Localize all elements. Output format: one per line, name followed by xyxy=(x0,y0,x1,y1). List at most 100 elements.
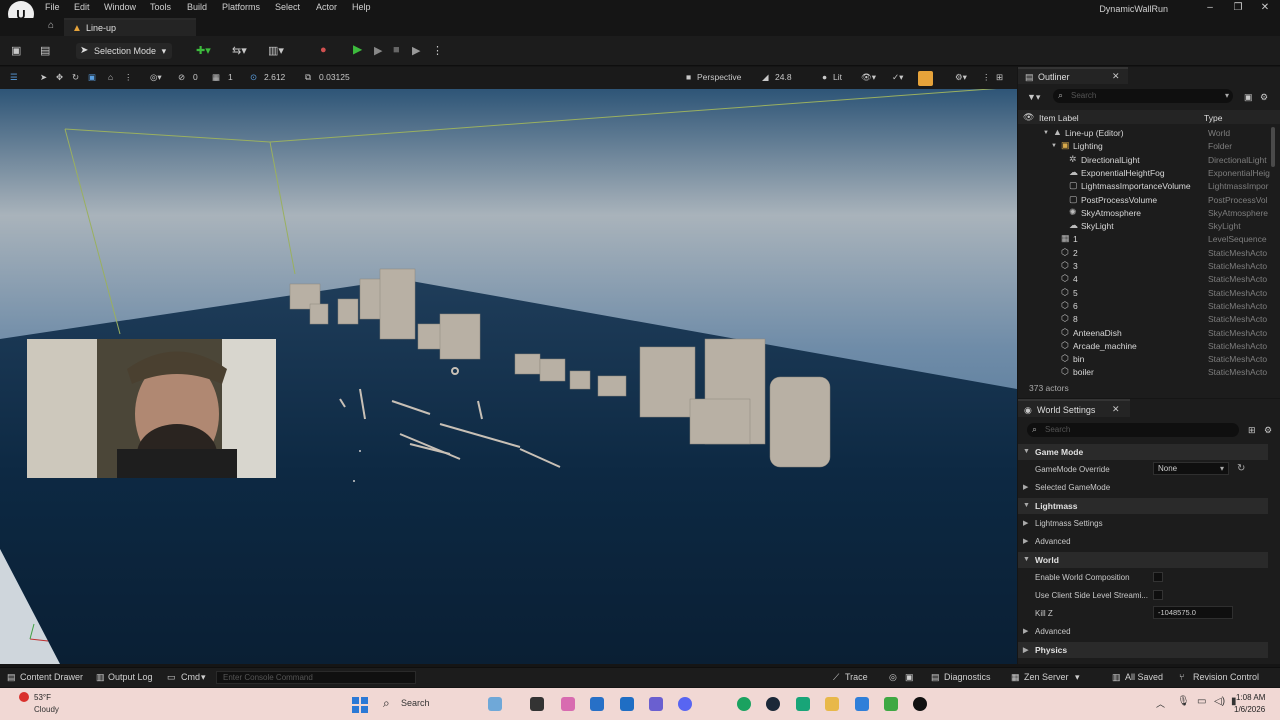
gamemode-select[interactable]: None ▾ xyxy=(1153,462,1229,475)
tray-network-icon[interactable]: ▭ xyxy=(1197,696,1206,707)
clock-time[interactable]: 1:08 AM xyxy=(1236,693,1265,702)
scale-value-icon[interactable]: ⧉ xyxy=(305,72,311,83)
settings-gear-icon[interactable]: ⚙▾ xyxy=(955,72,967,83)
surface-snap-icon[interactable]: ⌂ xyxy=(108,72,113,82)
outliner-row[interactable]: ▢ LightmassImportanceVolume LightmassImpor xyxy=(1018,180,1280,193)
col-item-label[interactable]: Item Label xyxy=(1039,113,1079,123)
taskbar-explorer-icon[interactable] xyxy=(825,697,839,711)
save-icon[interactable]: ▣ xyxy=(11,44,21,57)
outliner-row[interactable]: ⬡ boiler StaticMeshActo xyxy=(1018,366,1280,379)
table-view-icon[interactable]: ⊞ xyxy=(1248,425,1256,436)
console-command-input[interactable]: Enter Console Command xyxy=(216,671,416,684)
outliner-tab[interactable]: ▤ Outliner ✕ xyxy=(1018,67,1128,84)
level-viewport[interactable] xyxy=(0,89,1017,664)
chevron-down-icon[interactable]: ▾ xyxy=(201,672,206,683)
use-client-side-checkbox[interactable] xyxy=(1153,590,1163,600)
outliner-row[interactable]: ⬡ 3 StaticMeshActo xyxy=(1018,260,1280,273)
fov-value[interactable]: 24.8 xyxy=(775,72,792,82)
caret-down-icon[interactable]: ▼ xyxy=(1051,143,1057,149)
menu-tools[interactable]: Tools xyxy=(150,2,171,12)
realtime-icon[interactable]: ✓▾ xyxy=(892,72,903,83)
selection-mode-dropdown[interactable]: ➤ Selection Mode ▾ xyxy=(76,43,173,59)
outliner-row[interactable]: ⬡ 2 StaticMeshActo xyxy=(1018,247,1280,260)
outliner-row[interactable]: ⬡ AnteenaDish StaticMeshActo xyxy=(1018,327,1280,340)
game-view-toggle-icon[interactable] xyxy=(918,71,933,86)
angle-snap-icon[interactable]: ▦ xyxy=(212,72,220,83)
scale-icon[interactable]: ▣ xyxy=(88,72,96,83)
taskbar-discord-icon[interactable] xyxy=(678,697,692,711)
menu-edit[interactable]: Edit xyxy=(74,2,90,12)
layout-icon[interactable]: ⊞ xyxy=(996,72,1003,83)
taskbar-taskview-icon[interactable] xyxy=(530,697,544,711)
taskbar-outlook-icon[interactable] xyxy=(620,697,634,711)
section-physics[interactable]: ▶ Physics xyxy=(1018,642,1268,658)
section-lightmass[interactable]: ▼ Lightmass xyxy=(1018,498,1268,514)
stop-record-icon[interactable]: ▣ xyxy=(905,672,914,683)
outliner-row[interactable]: ⬡ 6 StaticMeshActo xyxy=(1018,300,1280,313)
outliner-row[interactable]: ✲ DirectionalLight DirectionalLight xyxy=(1018,154,1280,167)
caret-down-icon[interactable]: ▼ xyxy=(1043,130,1049,136)
weather-text[interactable]: Cloudy xyxy=(34,705,59,714)
outliner-row[interactable]: ▢ PostProcessVolume PostProcessVol xyxy=(1018,194,1280,207)
grid-value[interactable]: 2.612 xyxy=(264,72,285,82)
advanced-row-2[interactable]: ▶ Advanced xyxy=(1018,623,1268,639)
output-log-icon[interactable]: ▥ xyxy=(96,672,105,683)
level-tab[interactable]: ▲ Line-up xyxy=(64,18,196,36)
viewport-more-icon[interactable]: ⋮ xyxy=(982,72,991,83)
launch-icon[interactable]: ▶ xyxy=(412,44,420,57)
menu-platforms[interactable]: Platforms xyxy=(222,2,260,12)
menu-select[interactable]: Select xyxy=(275,2,300,12)
outliner-row[interactable]: ⬡ 5 StaticMeshActo xyxy=(1018,287,1280,300)
play-icon[interactable]: ▶ xyxy=(353,42,362,56)
cinematics-icon[interactable]: ▥▾ xyxy=(268,44,284,57)
translate-icon[interactable]: ✥ xyxy=(56,72,63,83)
more-icon[interactable]: ⋮ xyxy=(124,72,133,83)
tray-volume-icon[interactable]: ◁) xyxy=(1214,696,1225,707)
content-drawer-button[interactable]: Content Drawer xyxy=(20,672,83,682)
taskbar-app-icon[interactable] xyxy=(590,697,604,711)
lightmass-settings-row[interactable]: ▶ Lightmass Settings xyxy=(1018,515,1268,531)
menu-window[interactable]: Window xyxy=(104,2,136,12)
platform-icon[interactable]: ● xyxy=(320,44,327,56)
taskbar-copilot-icon[interactable] xyxy=(561,697,575,711)
trace-button[interactable]: Trace xyxy=(845,672,868,682)
tray-chevron-icon[interactable]: ︿ xyxy=(1156,697,1165,710)
lit-dropdown[interactable]: Lit xyxy=(833,72,842,82)
outliner-row[interactable]: ☁ SkyLight SkyLight xyxy=(1018,220,1280,233)
maximize-button[interactable]: ❐ xyxy=(1231,2,1245,13)
perspective-dropdown[interactable]: Perspective xyxy=(697,72,741,82)
taskbar-unreal-icon[interactable] xyxy=(913,697,927,711)
show-icon[interactable]: 👁▾ xyxy=(861,72,876,83)
diagnostics-button[interactable]: Diagnostics xyxy=(944,672,991,682)
zen-server-button[interactable]: Zen Server xyxy=(1024,672,1069,682)
outliner-row[interactable]: ▼ ▣ Lighting Folder xyxy=(1018,140,1280,153)
menu-build[interactable]: Build xyxy=(187,2,207,12)
grid-snap-icon[interactable]: ⊘ xyxy=(178,72,185,83)
tray-mic-icon[interactable]: 🎙 xyxy=(1177,696,1190,707)
selected-gamemode-row[interactable]: ▶ Selected GameMode xyxy=(1018,479,1268,495)
enable-world-composition-checkbox[interactable] xyxy=(1153,572,1163,582)
rotate-snap-value[interactable]: 0 xyxy=(193,72,198,82)
outliner-row[interactable]: ⬡ 8 StaticMeshActo xyxy=(1018,313,1280,326)
revision-control-button[interactable]: Revision Control xyxy=(1193,672,1259,682)
taskbar-search-icon[interactable]: ⌕ xyxy=(383,696,390,711)
close-window-button[interactable]: ✕ xyxy=(1258,2,1272,13)
taskbar-edge-icon[interactable] xyxy=(737,697,751,711)
taskbar-app3-icon[interactable] xyxy=(855,697,869,711)
world-local-icon[interactable]: ◎▾ xyxy=(150,72,162,83)
outliner-row[interactable]: ▼ ▲ Line-up (Editor) World xyxy=(1018,127,1280,140)
outliner-row[interactable]: ⬡ bin StaticMeshActo xyxy=(1018,353,1280,366)
content-browser-icon[interactable]: ▤ xyxy=(40,44,50,57)
menu-file[interactable]: File xyxy=(45,2,60,12)
windows-start-icon[interactable] xyxy=(352,697,368,713)
rotate-icon[interactable]: ↻ xyxy=(72,72,79,83)
add-actor-icon[interactable]: ✚▾ xyxy=(196,44,211,57)
record-icon[interactable]: ◎ xyxy=(889,672,897,683)
taskbar-widgets-icon[interactable] xyxy=(488,697,502,711)
outliner-row[interactable]: ✺ SkyAtmosphere SkyAtmosphere xyxy=(1018,207,1280,220)
clock-date[interactable]: 1/6/2026 xyxy=(1234,705,1265,714)
chevron-down-icon[interactable]: ▾ xyxy=(1075,672,1080,683)
add-folder-icon[interactable]: ▣ xyxy=(1244,92,1253,103)
taskbar-teams-icon[interactable] xyxy=(649,697,663,711)
more-options-icon[interactable]: ⋮ xyxy=(432,44,443,57)
